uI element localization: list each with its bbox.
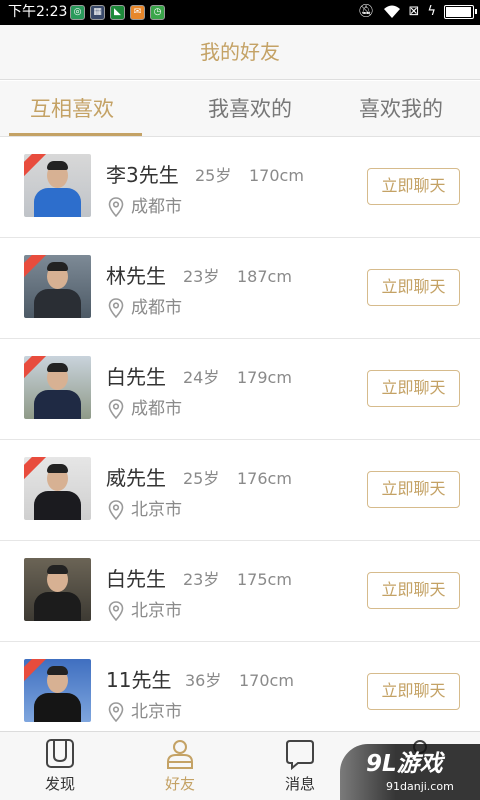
friend-city: 北京市: [131, 702, 182, 722]
location-pin-icon: [108, 298, 124, 318]
nav-label: 好友: [164, 775, 195, 793]
location-pin-icon: [108, 601, 124, 621]
discover-icon: [46, 739, 74, 768]
friend-age: 23岁: [183, 570, 220, 589]
friends-icon: [167, 740, 193, 769]
friend-name: 林先生: [106, 264, 166, 288]
avatar[interactable]: [24, 356, 91, 419]
page-title: 我的好友: [200, 40, 280, 64]
friend-height: 175cm: [237, 570, 292, 589]
friend-name: 李3先生: [106, 163, 179, 187]
title-bar: 我的好友: [0, 25, 480, 80]
friend-row[interactable]: 白先生 24岁 179cm 成都市 立即聊天: [0, 339, 480, 440]
wifi-icon: [383, 5, 400, 18]
friend-row[interactable]: 李3先生 25岁 170cm 成都市 立即聊天: [0, 137, 480, 238]
avatar[interactable]: [24, 154, 91, 217]
location-pin-icon: [108, 702, 124, 722]
app-icon-4: ✉: [130, 5, 145, 20]
avatar[interactable]: [24, 457, 91, 520]
mute-icon: 🔕︎: [358, 4, 375, 19]
tab-mutual-like[interactable]: 互相喜欢: [30, 95, 114, 123]
friend-row[interactable]: 白先生 23岁 175cm 北京市 立即聊天: [0, 541, 480, 642]
nav-discover[interactable]: 发现: [0, 732, 120, 800]
friend-age: 25岁: [183, 469, 220, 488]
chat-now-button[interactable]: 立即聊天: [367, 471, 460, 508]
friend-name: 威先生: [106, 466, 166, 490]
app-icon-2: ▦: [90, 5, 105, 20]
location-pin-icon: [108, 500, 124, 520]
watermark-site: 91danji.com: [386, 780, 454, 793]
app-icon-5: ◷: [150, 5, 165, 20]
active-tab-indicator: [9, 133, 142, 136]
friend-age: 24岁: [183, 368, 220, 387]
chat-now-button[interactable]: 立即聊天: [367, 370, 460, 407]
site-watermark: 9L游戏 91danji.com: [340, 744, 480, 800]
location-pin-icon: [108, 197, 124, 217]
message-icon: [286, 740, 314, 770]
chat-now-button[interactable]: 立即聊天: [367, 673, 460, 710]
nav-label: 发现: [44, 775, 75, 793]
tab-likes-me[interactable]: 喜欢我的: [359, 95, 443, 123]
friend-row[interactable]: 林先生 23岁 187cm 成都市 立即聊天: [0, 238, 480, 339]
notification-icons: ◎ ▦ ◣ ✉ ◷: [70, 5, 165, 20]
friend-city: 成都市: [131, 399, 182, 419]
chat-now-button[interactable]: 立即聊天: [367, 269, 460, 306]
chat-now-button[interactable]: 立即聊天: [367, 168, 460, 205]
avatar[interactable]: [24, 558, 91, 621]
system-icons: 🔕︎ ⊠ ϟ: [358, 4, 477, 20]
friend-age: 23岁: [183, 267, 220, 286]
app-icon-3: ◣: [110, 5, 125, 20]
status-bar: 下午2:23 ◎ ▦ ◣ ✉ ◷ 🔕︎ ⊠ ϟ: [0, 0, 480, 25]
app-icon-1: ◎: [70, 5, 85, 20]
charging-icon: ϟ: [427, 4, 436, 19]
friend-name: 11先生: [106, 668, 172, 692]
friend-age: 36岁: [185, 671, 222, 690]
location-pin-icon: [108, 399, 124, 419]
friend-city: 北京市: [131, 500, 182, 520]
nav-friends[interactable]: 好友: [120, 732, 240, 800]
avatar[interactable]: [24, 659, 91, 722]
tab-i-like[interactable]: 我喜欢的: [208, 95, 292, 123]
friend-height: 176cm: [237, 469, 292, 488]
friend-name: 白先生: [106, 365, 166, 389]
friend-city: 北京市: [131, 601, 182, 621]
friend-list[interactable]: 李3先生 25岁 170cm 成都市 立即聊天 林先生 23岁 187cm 成都…: [0, 137, 480, 731]
friend-height: 187cm: [237, 267, 292, 286]
battery-level: [446, 7, 472, 17]
battery-icon: [444, 5, 477, 19]
friend-height: 179cm: [237, 368, 292, 387]
friend-height: 170cm: [239, 671, 294, 690]
friend-city: 成都市: [131, 197, 182, 217]
friend-row[interactable]: 11先生 36岁 170cm 北京市 立即聊天: [0, 642, 480, 731]
watermark-logo: 9L游戏: [366, 751, 443, 777]
avatar[interactable]: [24, 255, 91, 318]
friend-city: 成都市: [131, 298, 182, 318]
no-sim-icon: ⊠: [408, 4, 420, 19]
status-time: 下午2:23: [8, 4, 68, 20]
friend-height: 170cm: [249, 166, 304, 185]
friend-name: 白先生: [106, 567, 166, 591]
friend-row[interactable]: 威先生 25岁 176cm 北京市 立即聊天: [0, 440, 480, 541]
chat-now-button[interactable]: 立即聊天: [367, 572, 460, 609]
tab-bar: 互相喜欢 我喜欢的 喜欢我的: [0, 81, 480, 137]
friend-age: 25岁: [195, 166, 232, 185]
